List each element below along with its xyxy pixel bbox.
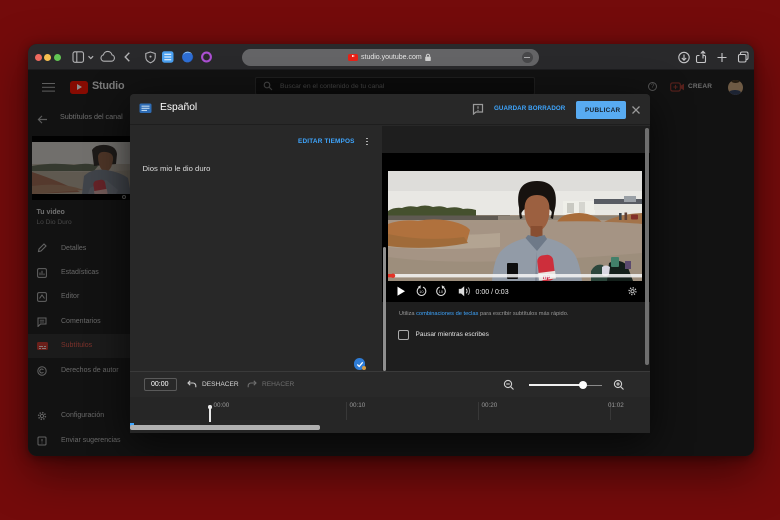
svg-text:10: 10 — [439, 289, 444, 294]
svg-text:10: 10 — [419, 289, 424, 294]
svg-text:0:00 / 0:03: 0:00 / 0:03 — [476, 289, 509, 296]
